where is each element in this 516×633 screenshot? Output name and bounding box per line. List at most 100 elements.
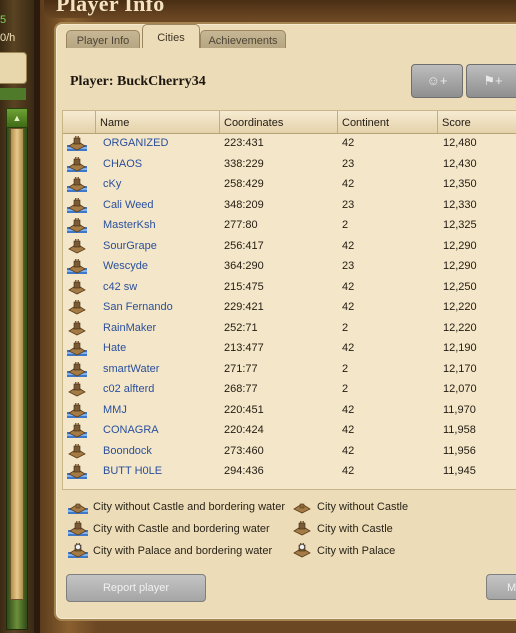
city-score: 12,220 — [443, 301, 477, 313]
player-label: Player: — [70, 74, 114, 89]
city-score: 12,480 — [443, 137, 477, 149]
city-coordinates[interactable]: 277:80 — [224, 215, 258, 235]
city-castle-icon — [67, 300, 87, 315]
city-name-link[interactable]: cKy — [103, 174, 121, 194]
city-name-link[interactable]: ORGANIZED — [103, 133, 168, 153]
legend-label: City with Palace — [317, 545, 396, 557]
table-row[interactable]: c42 sw 215:475 42 12,250 — [63, 277, 516, 298]
table-header: Name Coordinates Continent Score — [63, 111, 516, 134]
side-resource-panel[interactable] — [0, 52, 27, 84]
table-row[interactable]: c02 alfterd 268:77 2 12,070 — [63, 379, 516, 400]
table-row[interactable]: cKy 258:429 42 12,350 — [63, 174, 516, 195]
city-name-link[interactable]: Cali Weed — [103, 195, 154, 215]
city-name-link[interactable]: San Fernando — [103, 297, 173, 317]
tab-cities[interactable]: Cities — [142, 24, 200, 51]
city-icon — [292, 499, 312, 514]
side-rate: 0/h — [0, 32, 16, 44]
table-row[interactable]: SourGrape 256:417 42 12,290 — [63, 236, 516, 257]
add-friend-icon: ☺+ — [426, 73, 448, 88]
table-body: ORGANIZED 223:431 42 12,480 CHAOS 338:229 23 12… — [63, 133, 516, 482]
city-name-link[interactable]: Hate — [103, 338, 126, 358]
city-name-link[interactable]: SourGrape — [103, 236, 157, 256]
table-row[interactable]: Boondock 273:460 42 11,956 — [63, 441, 516, 462]
city-coordinates[interactable]: 213:477 — [224, 338, 264, 358]
more-button[interactable]: M — [486, 574, 516, 600]
table-row[interactable]: Hate 213:477 42 12,190 — [63, 338, 516, 359]
city-coordinates[interactable]: 294:436 — [224, 461, 264, 481]
side-top-value: 5 — [0, 14, 7, 26]
header-continent[interactable]: Continent — [337, 111, 437, 133]
city-castle-water-icon — [67, 402, 87, 418]
city-castle-water-icon — [67, 156, 87, 172]
city-coordinates[interactable]: 338:229 — [224, 154, 264, 174]
report-player-button[interactable]: Report player — [66, 574, 206, 602]
city-coordinates[interactable]: 364:290 — [224, 256, 264, 276]
table-row[interactable]: BUTT H0LE 294:436 42 11,945 — [63, 461, 516, 482]
city-score: 12,330 — [443, 198, 477, 211]
city-coordinates[interactable]: 271:77 — [224, 359, 258, 379]
header-score[interactable]: Score — [437, 111, 516, 133]
table-row[interactable]: ORGANIZED 223:431 42 12,480 — [63, 133, 516, 154]
city-continent: 42 — [342, 403, 355, 416]
city-coordinates[interactable]: 229:421 — [224, 297, 264, 317]
header-coordinates[interactable]: Coordinates — [219, 111, 337, 133]
table-row[interactable]: smartWater 271:77 2 12,170 — [63, 359, 516, 380]
player-heading: Player: BuckCherry34 — [70, 74, 206, 90]
table-row[interactable]: RainMaker 252:71 2 12,220 — [63, 318, 516, 339]
city-coordinates[interactable]: 220:424 — [224, 420, 264, 440]
city-score: 12,250 — [443, 280, 477, 293]
table-row[interactable]: Wescyde 364:290 23 12,290 — [63, 256, 516, 277]
city-coordinates[interactable]: 223:431 — [224, 133, 264, 153]
city-name-link[interactable]: c02 alfterd — [103, 379, 154, 399]
city-coordinates[interactable]: 273:460 — [224, 441, 264, 461]
city-coordinates[interactable]: 220:451 — [224, 400, 264, 420]
table-row[interactable]: CHAOS 338:229 23 12,430 — [63, 154, 516, 175]
city-name-link[interactable]: smartWater — [103, 359, 159, 379]
city-legend: City without Castle and bordering water C… — [68, 498, 508, 568]
city-name-link[interactable]: MMJ — [103, 400, 127, 420]
city-castle-water-icon — [67, 136, 87, 151]
side-scrollbar-thumb[interactable] — [10, 128, 24, 600]
city-continent: 42 — [342, 424, 355, 436]
city-score: 11,958 — [443, 424, 476, 436]
header-name[interactable]: Name — [95, 111, 219, 133]
city-score: 11,945 — [443, 465, 476, 477]
city-castle-icon — [292, 521, 312, 536]
scroll-up-button[interactable]: ▲ — [6, 108, 28, 128]
city-castle-water-icon — [67, 218, 87, 233]
city-castle-icon — [67, 320, 87, 336]
city-name-link[interactable]: MasterKsh — [103, 215, 156, 235]
city-name-link[interactable]: Wescyde — [103, 256, 148, 276]
city-coordinates[interactable]: 258:429 — [224, 174, 264, 194]
table-row[interactable]: San Fernando 229:421 42 12,220 — [63, 297, 516, 318]
city-castle-water-icon — [67, 361, 87, 377]
city-coordinates[interactable]: 256:417 — [224, 236, 264, 256]
add-flag-button[interactable]: ⚑+ — [466, 64, 516, 98]
city-continent: 23 — [342, 157, 355, 170]
city-coordinates[interactable]: 215:475 — [224, 277, 264, 297]
table-row[interactable]: MasterKsh 277:80 2 12,325 — [63, 215, 516, 236]
city-score: 12,220 — [443, 321, 477, 334]
city-castle-icon — [67, 238, 87, 254]
city-name-link[interactable]: CHAOS — [103, 154, 142, 174]
city-palace-water-icon — [68, 543, 88, 558]
city-name-link[interactable]: Boondock — [103, 441, 152, 461]
city-continent: 42 — [342, 137, 355, 149]
city-name-link[interactable]: BUTT H0LE — [103, 461, 162, 481]
city-coordinates[interactable]: 348:209 — [224, 195, 264, 215]
table-row[interactable]: Cali Weed 348:209 23 12,330 — [63, 195, 516, 216]
table-row[interactable]: CONAGRA 220:424 42 11,958 — [63, 420, 516, 441]
city-castle-water-icon — [67, 423, 87, 438]
city-coordinates[interactable]: 268:77 — [224, 379, 258, 399]
city-name-link[interactable]: RainMaker — [103, 318, 156, 338]
city-name-link[interactable]: CONAGRA — [103, 420, 159, 440]
add-friend-button[interactable]: ☺+ — [411, 64, 463, 98]
city-continent: 42 — [342, 465, 355, 477]
city-continent: 42 — [342, 178, 355, 190]
window-title: Player Info — [56, 0, 165, 16]
city-coordinates[interactable]: 252:71 — [224, 318, 258, 338]
table-row[interactable]: MMJ 220:451 42 11,970 — [63, 400, 516, 421]
city-score: 12,170 — [443, 362, 477, 375]
city-name-link[interactable]: c42 sw — [103, 277, 137, 297]
city-continent: 42 — [342, 301, 355, 313]
